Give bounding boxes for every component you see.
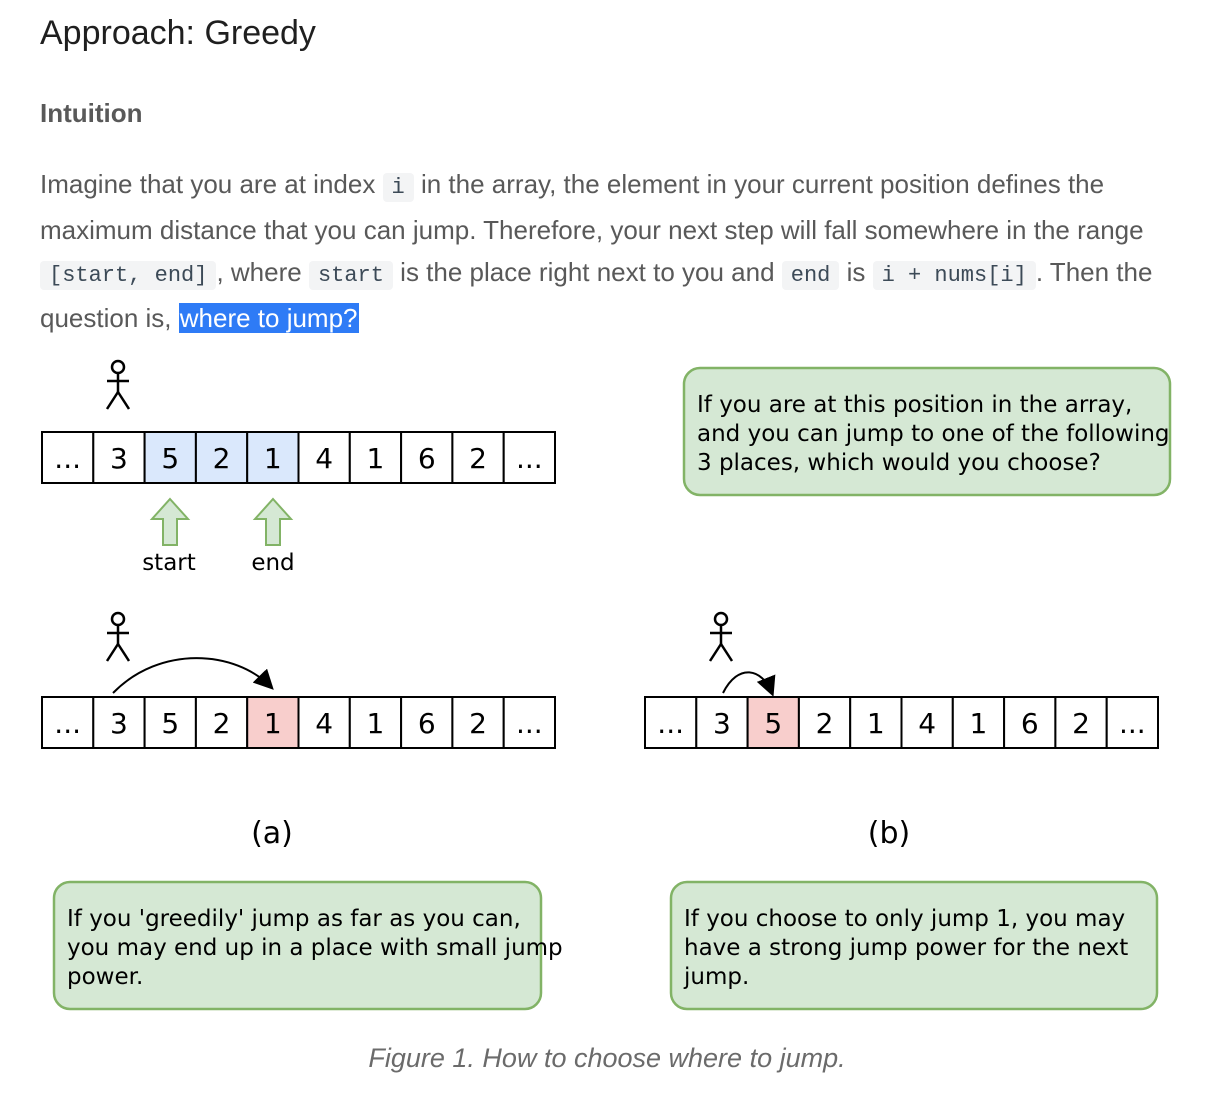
array-cell-value: ... (657, 707, 684, 740)
array-cell-value: 5 (764, 707, 782, 740)
note-line: jump. (683, 964, 749, 990)
array-cell-value: 3 (110, 442, 128, 475)
array-cell-value: 1 (264, 442, 282, 475)
stick-figure-icon (105, 359, 131, 410)
array-cell-value: 4 (315, 442, 333, 475)
note-line: power. (67, 964, 143, 990)
array-cell-value: 5 (161, 707, 179, 740)
array-cell-value: ... (1119, 707, 1146, 740)
array-cell-value: ... (54, 707, 81, 740)
label-end: end (251, 550, 294, 576)
array-cell-value: 3 (713, 707, 731, 740)
inline-code: end (781, 261, 840, 290)
label-b: (b) (868, 816, 910, 851)
note-top: If you are at this position in the array… (682, 366, 1172, 497)
array-cell-value: ... (516, 707, 543, 740)
text-run: is the place right next to you and (392, 257, 782, 287)
label-a: (a) (251, 816, 293, 851)
note-line: If you choose to only jump 1, you may (684, 906, 1125, 932)
array-cell-value: 3 (110, 707, 128, 740)
array-cell-value: 5 (161, 442, 179, 475)
text-run: is (839, 257, 873, 287)
array-cell-value: 6 (1021, 707, 1039, 740)
array-cell-value: 6 (418, 707, 436, 740)
array-cell-value: 2 (469, 707, 487, 740)
intuition-paragraph: Imagine that you are at index i in the a… (40, 163, 1180, 339)
array-cell-value: 2 (816, 707, 834, 740)
stick-figure-icon (708, 611, 734, 662)
label-start: start (142, 550, 196, 576)
array-cell-value: 2 (213, 442, 231, 475)
stick-figure-icon (105, 611, 131, 662)
array-cell-value: 2 (469, 442, 487, 475)
note-line: and you can jump to one of the following (697, 421, 1170, 447)
array-cell-value: 1 (367, 442, 385, 475)
inline-code: i (382, 173, 414, 202)
inline-code: [start, end] (40, 261, 217, 290)
jump-arc-short (722, 671, 776, 697)
note-b: If you choose to only jump 1, you may ha… (669, 880, 1159, 1011)
up-arrow-icon (149, 497, 191, 546)
array-cell-value: ... (516, 442, 543, 475)
array-cell-value: 2 (1072, 707, 1090, 740)
array-cell-value: 6 (418, 442, 436, 475)
note-a: If you 'greedily' jump as far as you can… (52, 880, 563, 1011)
array-greedy: ... 3 5 2 1 4 1 6 2... (41, 696, 557, 749)
array-cell-value: ... (54, 442, 81, 475)
array-cell-value: 2 (213, 707, 231, 740)
array-short-jump: ... 3 5 2 1 4 1 6 2... (644, 696, 1159, 749)
note-line: If you 'greedily' jump as far as you can… (67, 906, 521, 932)
array-cell-value: 4 (918, 707, 936, 740)
text-run: , where (216, 257, 309, 287)
selected-text[interactable]: where to jump? (178, 303, 359, 333)
section-heading: Intuition (40, 98, 143, 128)
inline-code: i + nums[i] (872, 261, 1036, 290)
note-line: 3 places, which would you choose? (697, 450, 1101, 476)
note-line: If you are at this position in the array… (697, 392, 1132, 418)
array-cell-value: 4 (315, 707, 333, 740)
figure-caption: Figure 1. How to choose where to jump. (368, 1043, 846, 1073)
note-line: you may end up in a place with small jum… (67, 935, 563, 961)
array-cell-value: 1 (867, 707, 885, 740)
up-arrow-icon (252, 497, 294, 546)
array-cell-value: 1 (970, 707, 988, 740)
jump-figure: ... 3 5 2 1 4 1 6 2... ... 3 5 2 1 4 1 6 2... ... 3 5 2 1 4 1 6… (41, 359, 1172, 1011)
page-title: Approach: Greedy (40, 14, 316, 52)
array-cell-value: 1 (264, 707, 282, 740)
note-line: have a strong jump power for the next (684, 935, 1128, 961)
array-cell-value: 1 (367, 707, 385, 740)
text-run: Imagine that you are at index (40, 169, 383, 199)
array-top: ... 3 5 2 1 4 1 6 2... (41, 431, 557, 484)
jump-arc-far (112, 657, 274, 694)
inline-code: start (308, 261, 393, 290)
